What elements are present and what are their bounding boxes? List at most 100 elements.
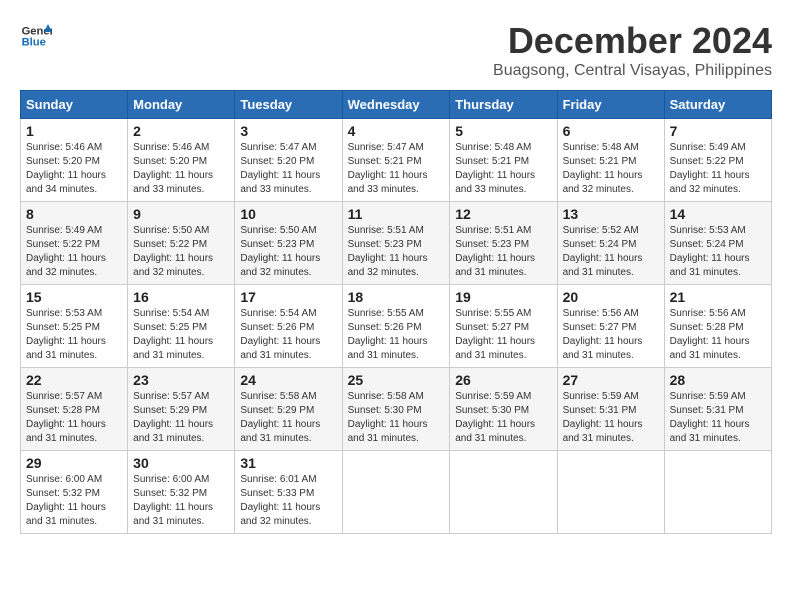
- calendar-cell: 1 Sunrise: 5:46 AMSunset: 5:20 PMDaylight…: [21, 119, 128, 202]
- calendar-cell: [557, 451, 664, 534]
- day-number: 23: [133, 372, 229, 388]
- calendar-cell: 14Sunrise: 5:53 AMSunset: 5:24 PMDayligh…: [664, 202, 771, 285]
- day-number: 15: [26, 289, 122, 305]
- day-info: Sunrise: 5:48 AMSunset: 5:21 PMDaylight:…: [455, 141, 551, 197]
- day-number: 8: [26, 206, 122, 222]
- day-info: Sunrise: 5:49 AMSunset: 5:22 PMDaylight:…: [670, 141, 766, 197]
- day-number: 11: [348, 206, 445, 222]
- day-info: Sunrise: 5:47 AMSunset: 5:21 PMDaylight:…: [348, 141, 445, 197]
- calendar-week-2: 8 Sunrise: 5:49 AMSunset: 5:22 PMDaylight…: [21, 202, 772, 285]
- calendar-cell: [664, 451, 771, 534]
- title-area: December 2024 Buagsong, Central Visayas,…: [493, 20, 772, 80]
- day-info: Sunrise: 6:00 AMSunset: 5:32 PMDaylight:…: [26, 473, 122, 529]
- day-info: Sunrise: 5:48 AMSunset: 5:21 PMDaylight:…: [563, 141, 659, 197]
- day-info: Sunrise: 5:56 AMSunset: 5:27 PMDaylight:…: [563, 307, 659, 363]
- calendar-cell: 29 Sunrise: 6:00 AMSunset: 5:32 PMDayligh…: [21, 451, 128, 534]
- calendar-cell: 25 Sunrise: 5:58 AMSunset: 5:30 PMDayligh…: [342, 368, 450, 451]
- day-info: Sunrise: 5:54 AMSunset: 5:25 PMDaylight:…: [133, 307, 229, 363]
- day-info: Sunrise: 5:52 AMSunset: 5:24 PMDaylight:…: [563, 224, 659, 280]
- calendar-cell: 7 Sunrise: 5:49 AMSunset: 5:22 PMDaylight…: [664, 119, 771, 202]
- day-number: 24: [240, 372, 336, 388]
- calendar-cell: 27 Sunrise: 5:59 AMSunset: 5:31 PMDayligh…: [557, 368, 664, 451]
- location-title: Buagsong, Central Visayas, Philippines: [493, 62, 772, 80]
- weekday-header-monday: Monday: [128, 91, 235, 119]
- calendar-cell: 26 Sunrise: 5:59 AMSunset: 5:30 PMDayligh…: [450, 368, 557, 451]
- day-number: 29: [26, 455, 122, 471]
- day-info: Sunrise: 5:46 AMSunset: 5:20 PMDaylight:…: [133, 141, 229, 197]
- calendar-cell: 28Sunrise: 5:59 AMSunset: 5:31 PMDayligh…: [664, 368, 771, 451]
- day-number: 2: [133, 123, 229, 139]
- day-info: Sunrise: 5:59 AMSunset: 5:30 PMDaylight:…: [455, 390, 551, 446]
- calendar-week-4: 22 Sunrise: 5:57 AMSunset: 5:28 PMDayligh…: [21, 368, 772, 451]
- day-number: 9: [133, 206, 229, 222]
- day-info: Sunrise: 5:49 AMSunset: 5:22 PMDaylight:…: [26, 224, 122, 280]
- day-info: Sunrise: 5:56 AMSunset: 5:28 PMDaylight:…: [670, 307, 766, 363]
- calendar-cell: 30 Sunrise: 6:00 AMSunset: 5:32 PMDayligh…: [128, 451, 235, 534]
- calendar-cell: 19Sunrise: 5:55 AMSunset: 5:27 PMDayligh…: [450, 285, 557, 368]
- day-info: Sunrise: 5:50 AMSunset: 5:22 PMDaylight:…: [133, 224, 229, 280]
- calendar-week-5: 29 Sunrise: 6:00 AMSunset: 5:32 PMDayligh…: [21, 451, 772, 534]
- calendar-cell: 22 Sunrise: 5:57 AMSunset: 5:28 PMDayligh…: [21, 368, 128, 451]
- calendar-cell: 24 Sunrise: 5:58 AMSunset: 5:29 PMDayligh…: [235, 368, 342, 451]
- day-number: 4: [348, 123, 445, 139]
- calendar-cell: 17Sunrise: 5:54 AMSunset: 5:26 PMDayligh…: [235, 285, 342, 368]
- day-info: Sunrise: 6:00 AMSunset: 5:32 PMDaylight:…: [133, 473, 229, 529]
- month-title: December 2024: [493, 20, 772, 62]
- calendar-week-1: 1 Sunrise: 5:46 AMSunset: 5:20 PMDaylight…: [21, 119, 772, 202]
- day-info: Sunrise: 5:57 AMSunset: 5:29 PMDaylight:…: [133, 390, 229, 446]
- calendar-cell: [342, 451, 450, 534]
- day-info: Sunrise: 5:55 AMSunset: 5:27 PMDaylight:…: [455, 307, 551, 363]
- day-info: Sunrise: 5:54 AMSunset: 5:26 PMDaylight:…: [240, 307, 336, 363]
- calendar-cell: 4 Sunrise: 5:47 AMSunset: 5:21 PMDaylight…: [342, 119, 450, 202]
- calendar-cell: 21Sunrise: 5:56 AMSunset: 5:28 PMDayligh…: [664, 285, 771, 368]
- day-number: 16: [133, 289, 229, 305]
- calendar-week-3: 15 Sunrise: 5:53 AMSunset: 5:25 PMDayligh…: [21, 285, 772, 368]
- logo-icon: General Blue: [20, 20, 52, 52]
- calendar-cell: [450, 451, 557, 534]
- day-number: 1: [26, 123, 122, 139]
- calendar-cell: 18Sunrise: 5:55 AMSunset: 5:26 PMDayligh…: [342, 285, 450, 368]
- day-info: Sunrise: 5:51 AMSunset: 5:23 PMDaylight:…: [348, 224, 445, 280]
- day-number: 14: [670, 206, 766, 222]
- day-number: 30: [133, 455, 229, 471]
- day-info: Sunrise: 5:58 AMSunset: 5:30 PMDaylight:…: [348, 390, 445, 446]
- day-info: Sunrise: 5:59 AMSunset: 5:31 PMDaylight:…: [670, 390, 766, 446]
- svg-text:Blue: Blue: [22, 37, 46, 49]
- weekday-header-friday: Friday: [557, 91, 664, 119]
- day-info: Sunrise: 5:51 AMSunset: 5:23 PMDaylight:…: [455, 224, 551, 280]
- day-number: 12: [455, 206, 551, 222]
- calendar-cell: 3Sunrise: 5:47 AMSunset: 5:20 PMDaylight…: [235, 119, 342, 202]
- day-number: 5: [455, 123, 551, 139]
- calendar-cell: 13 Sunrise: 5:52 AMSunset: 5:24 PMDayligh…: [557, 202, 664, 285]
- calendar-cell: 31 Sunrise: 6:01 AMSunset: 5:33 PMDayligh…: [235, 451, 342, 534]
- weekday-header-tuesday: Tuesday: [235, 91, 342, 119]
- day-number: 22: [26, 372, 122, 388]
- day-number: 31: [240, 455, 336, 471]
- day-number: 10: [240, 206, 336, 222]
- day-number: 26: [455, 372, 551, 388]
- day-info: Sunrise: 5:55 AMSunset: 5:26 PMDaylight:…: [348, 307, 445, 363]
- day-number: 6: [563, 123, 659, 139]
- calendar-cell: 11 Sunrise: 5:51 AMSunset: 5:23 PMDayligh…: [342, 202, 450, 285]
- calendar-cell: 5 Sunrise: 5:48 AMSunset: 5:21 PMDaylight…: [450, 119, 557, 202]
- day-number: 25: [348, 372, 445, 388]
- day-info: Sunrise: 5:59 AMSunset: 5:31 PMDaylight:…: [563, 390, 659, 446]
- day-number: 3: [240, 123, 336, 139]
- day-info: Sunrise: 5:57 AMSunset: 5:28 PMDaylight:…: [26, 390, 122, 446]
- day-number: 27: [563, 372, 659, 388]
- day-number: 7: [670, 123, 766, 139]
- weekday-header-wednesday: Wednesday: [342, 91, 450, 119]
- weekday-header-thursday: Thursday: [450, 91, 557, 119]
- calendar-cell: 10Sunrise: 5:50 AMSunset: 5:23 PMDayligh…: [235, 202, 342, 285]
- calendar-cell: 12 Sunrise: 5:51 AMSunset: 5:23 PMDayligh…: [450, 202, 557, 285]
- calendar-cell: 15 Sunrise: 5:53 AMSunset: 5:25 PMDayligh…: [21, 285, 128, 368]
- day-info: Sunrise: 6:01 AMSunset: 5:33 PMDaylight:…: [240, 473, 336, 529]
- day-info: Sunrise: 5:46 AMSunset: 5:20 PMDaylight:…: [26, 141, 122, 197]
- logo: General Blue: [20, 20, 52, 52]
- day-info: Sunrise: 5:53 AMSunset: 5:25 PMDaylight:…: [26, 307, 122, 363]
- calendar-cell: 16 Sunrise: 5:54 AMSunset: 5:25 PMDayligh…: [128, 285, 235, 368]
- day-number: 13: [563, 206, 659, 222]
- day-info: Sunrise: 5:58 AMSunset: 5:29 PMDaylight:…: [240, 390, 336, 446]
- header: General Blue December 2024 Buagsong, Cen…: [20, 20, 772, 80]
- day-number: 20: [563, 289, 659, 305]
